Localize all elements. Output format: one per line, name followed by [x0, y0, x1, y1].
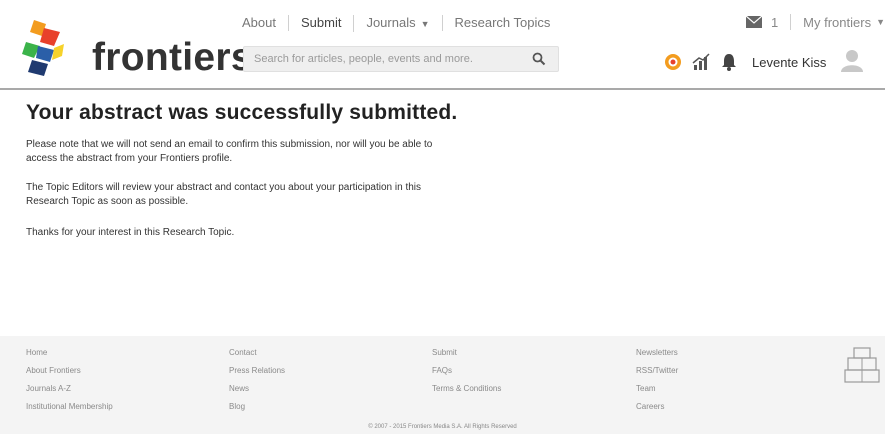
- analytics-icon[interactable]: [692, 53, 710, 71]
- footer-link-press[interactable]: Press Relations: [229, 366, 285, 384]
- confirmation-note: Please note that we will not send an ema…: [26, 139, 433, 164]
- messages-link[interactable]: 1: [745, 14, 779, 30]
- my-frontiers-label: My frontiers: [803, 14, 872, 30]
- header-divider: [0, 88, 885, 90]
- account-navigation: 1 My frontiers ▼: [745, 12, 885, 32]
- divider: [790, 14, 792, 30]
- logo-cubes-icon: [22, 20, 64, 76]
- footer-link-careers[interactable]: Careers: [636, 402, 678, 420]
- my-frontiers-menu[interactable]: My frontiers ▼: [803, 15, 885, 30]
- footer-link-rss[interactable]: RSS/Twitter: [636, 366, 678, 384]
- thanks-note: Thanks for your interest in this Researc…: [26, 227, 235, 238]
- footer-emblem-icon: [844, 347, 880, 383]
- nav-about[interactable]: About: [242, 15, 288, 31]
- footer-link-contact[interactable]: Contact: [229, 348, 285, 366]
- footer-link-faqs[interactable]: FAQs: [432, 366, 501, 384]
- search-icon[interactable]: [532, 52, 546, 66]
- site-footer: Home About Frontiers Journals A-Z Instit…: [0, 336, 885, 434]
- bell-icon[interactable]: [720, 53, 738, 71]
- message-count: 1: [770, 14, 779, 30]
- footer-column-3: Submit FAQs Terms & Conditions: [432, 348, 501, 402]
- chevron-down-icon: ▼: [420, 18, 430, 29]
- footer-link-newsletters[interactable]: Newsletters: [636, 348, 678, 366]
- avatar[interactable]: [840, 48, 864, 77]
- logo-wordmark: frontiers: [92, 36, 253, 79]
- nav-journals-label: Journals: [366, 14, 416, 30]
- footer-link-news[interactable]: News: [229, 384, 285, 402]
- confirmation-content: Your abstract was successfully submitted…: [26, 100, 586, 238]
- footer-link-membership[interactable]: Institutional Membership: [26, 402, 113, 420]
- footer-column-2: Contact Press Relations News Blog: [229, 348, 285, 420]
- user-toolbar: Levente Kiss: [664, 48, 864, 77]
- footer-link-journals[interactable]: Journals A-Z: [26, 384, 113, 402]
- page-title: Your abstract was successfully submitted…: [26, 101, 458, 124]
- footer-link-team[interactable]: Team: [636, 384, 678, 402]
- footer-link-blog[interactable]: Blog: [229, 402, 285, 420]
- nav-journals[interactable]: Journals ▼: [353, 14, 441, 32]
- user-avatar-icon: [841, 49, 864, 72]
- frontiers-logo[interactable]: frontiers: [20, 18, 253, 80]
- footer-column-1: Home About Frontiers Journals A-Z Instit…: [26, 348, 113, 420]
- nav-research-topics[interactable]: Research Topics: [441, 15, 563, 31]
- site-header: frontiers About Submit Journals ▼ Researc…: [0, 0, 885, 88]
- footer-link-about[interactable]: About Frontiers: [26, 366, 113, 384]
- user-name[interactable]: Levente Kiss: [752, 55, 826, 70]
- search-input[interactable]: [244, 47, 524, 71]
- envelope-icon: [745, 16, 762, 28]
- top-navigation: About Submit Journals ▼ Research Topics: [242, 14, 562, 32]
- loop-impact-icon[interactable]: [664, 53, 682, 71]
- footer-link-submit[interactable]: Submit: [432, 348, 501, 366]
- footer-link-home[interactable]: Home: [26, 348, 113, 366]
- review-note: The Topic Editors will review your abstr…: [26, 182, 422, 207]
- copyright-text: © 2007 - 2015 Frontiers Media S.A. All R…: [368, 424, 517, 430]
- nav-submit[interactable]: Submit: [287, 15, 353, 31]
- chevron-down-icon: ▼: [876, 17, 885, 27]
- search-box: [243, 46, 559, 72]
- footer-column-4: Newsletters RSS/Twitter Team Careers: [636, 348, 678, 420]
- footer-link-terms[interactable]: Terms & Conditions: [432, 384, 501, 402]
